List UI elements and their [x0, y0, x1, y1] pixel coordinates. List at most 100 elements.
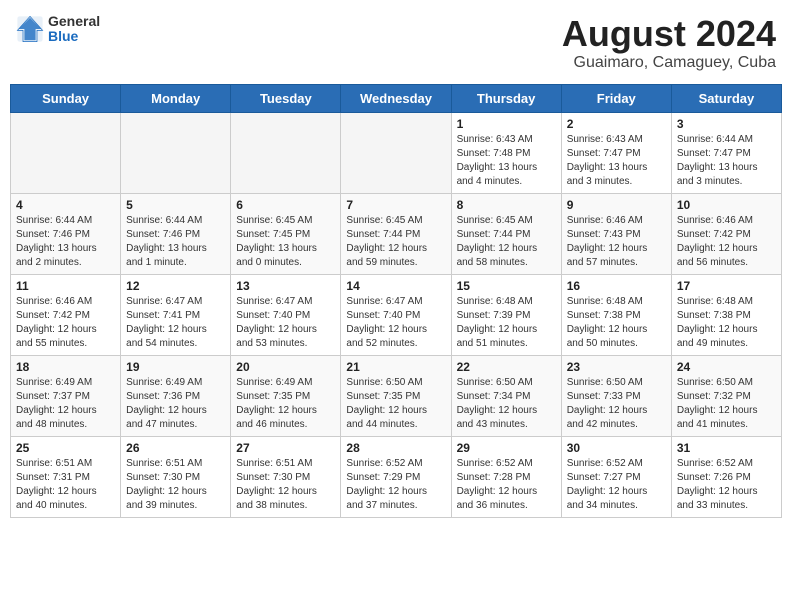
day-number: 17 [677, 279, 776, 293]
calendar-cell: 22 Sunrise: 6:50 AM Sunset: 7:34 PM Dayli… [451, 355, 561, 436]
calendar-cell: 21 Sunrise: 6:50 AM Sunset: 7:35 PM Dayli… [341, 355, 451, 436]
calendar-cell: 29 Sunrise: 6:52 AM Sunset: 7:28 PM Dayli… [451, 436, 561, 517]
calendar-cell [341, 112, 451, 193]
day-number: 28 [346, 441, 445, 455]
day-info: Sunrise: 6:50 AM Sunset: 7:32 PM Dayligh… [677, 376, 776, 432]
day-info: Sunrise: 6:48 AM Sunset: 7:38 PM Dayligh… [567, 295, 666, 351]
day-number: 27 [236, 441, 335, 455]
day-number: 26 [126, 441, 225, 455]
weekday-header-thursday: Thursday [451, 84, 561, 112]
weekday-header-sunday: Sunday [11, 84, 121, 112]
day-info: Sunrise: 6:50 AM Sunset: 7:35 PM Dayligh… [346, 376, 445, 432]
calendar-subtitle: Guaimaro, Camaguey, Cuba [562, 54, 776, 72]
calendar-cell: 20 Sunrise: 6:49 AM Sunset: 7:35 PM Dayli… [231, 355, 341, 436]
calendar-cell: 25Sunrise: 6:51 AM Sunset: 7:31 PM Dayli… [11, 436, 121, 517]
day-number: 18 [16, 360, 115, 374]
day-number: 3 [677, 117, 776, 131]
calendar-cell: 26 Sunrise: 6:51 AM Sunset: 7:30 PM Dayli… [121, 436, 231, 517]
calendar-cell: 6Sunrise: 6:45 AM Sunset: 7:45 PM Daylig… [231, 193, 341, 274]
calendar-cell [231, 112, 341, 193]
day-info: Sunrise: 6:47 AM Sunset: 7:40 PM Dayligh… [236, 295, 335, 351]
day-info: Sunrise: 6:44 AM Sunset: 7:46 PM Dayligh… [126, 214, 225, 270]
weekday-header-monday: Monday [121, 84, 231, 112]
day-info: Sunrise: 6:47 AM Sunset: 7:40 PM Dayligh… [346, 295, 445, 351]
day-info: Sunrise: 6:46 AM Sunset: 7:42 PM Dayligh… [677, 214, 776, 270]
day-info: Sunrise: 6:49 AM Sunset: 7:36 PM Dayligh… [126, 376, 225, 432]
weekday-header-wednesday: Wednesday [341, 84, 451, 112]
weekday-header-tuesday: Tuesday [231, 84, 341, 112]
calendar-cell: 30Sunrise: 6:52 AM Sunset: 7:27 PM Dayli… [561, 436, 671, 517]
calendar-cell: 19 Sunrise: 6:49 AM Sunset: 7:36 PM Dayli… [121, 355, 231, 436]
calendar-cell: 10Sunrise: 6:46 AM Sunset: 7:42 PM Dayli… [671, 193, 781, 274]
weekday-header-friday: Friday [561, 84, 671, 112]
day-info: Sunrise: 6:48 AM Sunset: 7:39 PM Dayligh… [457, 295, 556, 351]
calendar-cell: 8 Sunrise: 6:45 AM Sunset: 7:44 PM Daylig… [451, 193, 561, 274]
day-info: Sunrise: 6:49 AM Sunset: 7:37 PM Dayligh… [16, 376, 115, 432]
day-info: Sunrise: 6:52 AM Sunset: 7:28 PM Dayligh… [457, 457, 556, 513]
calendar-cell: 28Sunrise: 6:52 AM Sunset: 7:29 PM Dayli… [341, 436, 451, 517]
day-info: Sunrise: 6:43 AM Sunset: 7:48 PM Dayligh… [457, 133, 556, 189]
calendar-cell: 31 Sunrise: 6:52 AM Sunset: 7:26 PM Dayli… [671, 436, 781, 517]
day-number: 19 [126, 360, 225, 374]
day-number: 9 [567, 198, 666, 212]
calendar-cell: 16 Sunrise: 6:48 AM Sunset: 7:38 PM Dayli… [561, 274, 671, 355]
day-number: 4 [16, 198, 115, 212]
day-number: 12 [126, 279, 225, 293]
calendar-cell: 11Sunrise: 6:46 AM Sunset: 7:42 PM Dayli… [11, 274, 121, 355]
day-info: Sunrise: 6:48 AM Sunset: 7:38 PM Dayligh… [677, 295, 776, 351]
day-info: Sunrise: 6:52 AM Sunset: 7:26 PM Dayligh… [677, 457, 776, 513]
day-number: 29 [457, 441, 556, 455]
day-info: Sunrise: 6:50 AM Sunset: 7:34 PM Dayligh… [457, 376, 556, 432]
calendar-cell: 5 Sunrise: 6:44 AM Sunset: 7:46 PM Daylig… [121, 193, 231, 274]
day-info: Sunrise: 6:46 AM Sunset: 7:43 PM Dayligh… [567, 214, 666, 270]
calendar-cell: 3 Sunrise: 6:44 AM Sunset: 7:47 PM Daylig… [671, 112, 781, 193]
calendar-cell [121, 112, 231, 193]
day-number: 24 [677, 360, 776, 374]
day-number: 7 [346, 198, 445, 212]
day-number: 13 [236, 279, 335, 293]
calendar-cell: 7Sunrise: 6:45 AM Sunset: 7:44 PM Daylig… [341, 193, 451, 274]
day-number: 22 [457, 360, 556, 374]
page-header: General Blue August 2024 Guaimaro, Camag… [10, 10, 782, 76]
day-number: 21 [346, 360, 445, 374]
day-info: Sunrise: 6:49 AM Sunset: 7:35 PM Dayligh… [236, 376, 335, 432]
weekday-header-saturday: Saturday [671, 84, 781, 112]
day-number: 8 [457, 198, 556, 212]
day-number: 5 [126, 198, 225, 212]
day-number: 1 [457, 117, 556, 131]
day-info: Sunrise: 6:46 AM Sunset: 7:42 PM Dayligh… [16, 295, 115, 351]
day-number: 14 [346, 279, 445, 293]
logo-line2: Blue [48, 29, 100, 44]
day-number: 2 [567, 117, 666, 131]
day-number: 23 [567, 360, 666, 374]
weekday-header-row: SundayMondayTuesdayWednesdayThursdayFrid… [11, 84, 782, 112]
day-info: Sunrise: 6:43 AM Sunset: 7:47 PM Dayligh… [567, 133, 666, 189]
calendar-week-2: 4 Sunrise: 6:44 AM Sunset: 7:46 PM Daylig… [11, 193, 782, 274]
calendar-table: SundayMondayTuesdayWednesdayThursdayFrid… [10, 84, 782, 518]
day-info: Sunrise: 6:50 AM Sunset: 7:33 PM Dayligh… [567, 376, 666, 432]
day-info: Sunrise: 6:51 AM Sunset: 7:30 PM Dayligh… [126, 457, 225, 513]
calendar-cell: 4Sunrise: 6:44 AM Sunset: 7:46 PM Daylig… [11, 193, 121, 274]
calendar-week-1: 1 Sunrise: 6:43 AM Sunset: 7:48 PM Daylig… [11, 112, 782, 193]
calendar-cell: 27 Sunrise: 6:51 AM Sunset: 7:30 PM Dayli… [231, 436, 341, 517]
logo-line1: General [48, 14, 100, 29]
calendar-cell: 2 Sunrise: 6:43 AM Sunset: 7:47 PM Daylig… [561, 112, 671, 193]
calendar-title: August 2024 [562, 14, 776, 54]
calendar-cell: 14 Sunrise: 6:47 AM Sunset: 7:40 PM Dayli… [341, 274, 451, 355]
title-block: August 2024 Guaimaro, Camaguey, Cuba [562, 14, 776, 72]
calendar-week-5: 25Sunrise: 6:51 AM Sunset: 7:31 PM Dayli… [11, 436, 782, 517]
day-number: 15 [457, 279, 556, 293]
calendar-cell: 12Sunrise: 6:47 AM Sunset: 7:41 PM Dayli… [121, 274, 231, 355]
day-info: Sunrise: 6:45 AM Sunset: 7:44 PM Dayligh… [457, 214, 556, 270]
day-info: Sunrise: 6:52 AM Sunset: 7:27 PM Dayligh… [567, 457, 666, 513]
day-info: Sunrise: 6:44 AM Sunset: 7:47 PM Dayligh… [677, 133, 776, 189]
calendar-cell: 17 Sunrise: 6:48 AM Sunset: 7:38 PM Dayli… [671, 274, 781, 355]
calendar-week-4: 18 Sunrise: 6:49 AM Sunset: 7:37 PM Dayli… [11, 355, 782, 436]
day-number: 16 [567, 279, 666, 293]
day-info: Sunrise: 6:51 AM Sunset: 7:31 PM Dayligh… [16, 457, 115, 513]
day-number: 31 [677, 441, 776, 455]
day-number: 20 [236, 360, 335, 374]
day-number: 6 [236, 198, 335, 212]
calendar-cell: 23 Sunrise: 6:50 AM Sunset: 7:33 PM Dayli… [561, 355, 671, 436]
day-info: Sunrise: 6:51 AM Sunset: 7:30 PM Dayligh… [236, 457, 335, 513]
